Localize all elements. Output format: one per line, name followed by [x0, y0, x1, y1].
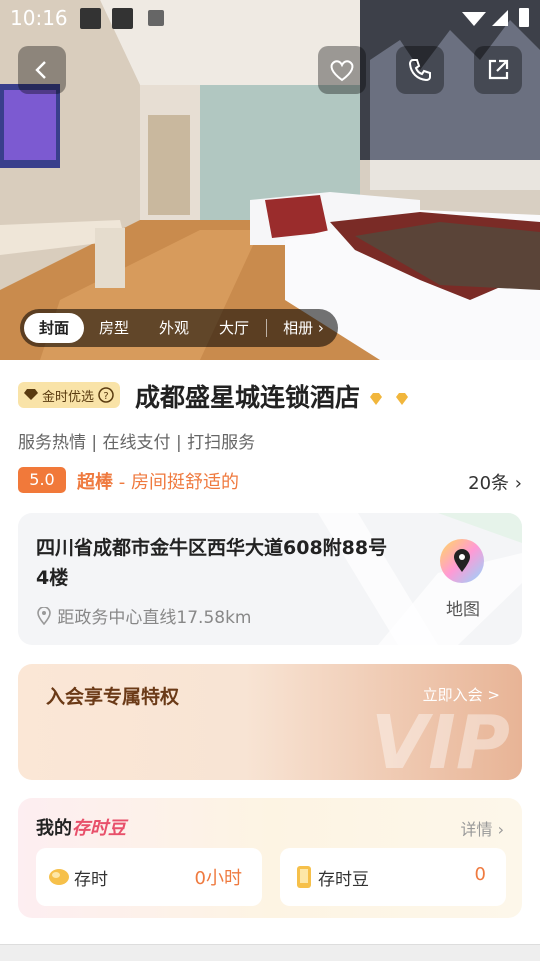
share-button[interactable]: [474, 46, 522, 94]
diamond-rating-icon: [369, 393, 408, 405]
next-section-peek: [0, 944, 540, 961]
bean-title: 我的存时豆: [36, 814, 126, 840]
vip-title: 入会享专属特权: [46, 686, 180, 708]
gallery-tab-bar: 封面 房型 外观 大厅 相册 ›: [20, 309, 338, 347]
wifi-icon: [462, 12, 486, 26]
hotel-name-text: 成都盛星城连锁酒店: [135, 383, 361, 412]
badge-label: 金时优选: [42, 389, 95, 405]
time-bean-box[interactable]: 存时豆 0: [280, 848, 506, 906]
tab-album[interactable]: 相册 ›: [269, 313, 332, 343]
tab-divider: [266, 319, 268, 337]
score-badge: 5.0: [18, 467, 66, 493]
time-bean-card: 我的存时豆 详情 › 存时 0小时 存时豆 0: [18, 798, 522, 918]
notification-icon: [112, 8, 133, 29]
chevron-right-icon: ›: [317, 319, 324, 337]
bean-title-highlight: 存时豆: [72, 818, 126, 839]
battery-icon: [519, 8, 529, 27]
quality-badge[interactable]: 金时优选 ?: [18, 382, 121, 408]
distance-info: 距政务中心直线17.58km: [36, 603, 251, 628]
keyboard-icon: [148, 10, 164, 26]
reviews-link[interactable]: 20条 ›: [468, 469, 522, 495]
hotel-features: 服务热情 | 在线支付 | 打扫服务: [18, 433, 256, 453]
heart-icon: [330, 60, 354, 82]
tab-lobby[interactable]: 大厅: [204, 313, 264, 343]
diamond-icon: [24, 389, 38, 400]
help-icon: ?: [98, 387, 114, 403]
distance-text: 距政务中心直线17.58km: [57, 608, 252, 628]
tab-exterior[interactable]: 外观: [144, 313, 204, 343]
rating-summary: 超棒 - 房间挺舒适的: [77, 468, 239, 494]
favorite-button[interactable]: [318, 46, 366, 94]
address-card[interactable]: 四川省成都市金牛区西华大道608附88号4楼 距政务中心直线17.58km 地图: [18, 513, 522, 645]
bean-detail-label: 详情: [460, 820, 493, 839]
tab-cover[interactable]: 封面: [24, 313, 85, 343]
bean-detail-link[interactable]: 详情 ›: [460, 816, 504, 840]
location-icon: [37, 606, 51, 626]
chevron-right-icon: ›: [514, 473, 522, 494]
call-button[interactable]: [396, 46, 444, 94]
vip-watermark: VIP: [370, 700, 510, 780]
back-button[interactable]: [18, 46, 66, 94]
time-bean-label: 存时豆: [318, 870, 369, 890]
hotel-name: 成都盛星城连锁酒店: [135, 378, 409, 414]
phone-icon: [408, 59, 431, 82]
share-icon: [488, 59, 509, 80]
stored-time-box[interactable]: 存时 0小时: [36, 848, 262, 906]
tab-room-type[interactable]: 房型: [84, 313, 144, 343]
hotel-cover-photo[interactable]: [0, 0, 540, 360]
vip-card[interactable]: 入会享专属特权 立即入会 > VIP: [18, 664, 522, 780]
rating-word: 超棒: [77, 472, 113, 493]
notification-icon: [80, 8, 101, 29]
tab-album-label: 相册: [283, 319, 314, 337]
chevron-right-icon: ›: [497, 820, 504, 839]
stored-time-value: 0小时: [194, 868, 242, 889]
signal-icon: [492, 10, 508, 26]
address-text: 四川省成都市金牛区西华大道608附88号4楼: [36, 537, 388, 589]
room-illustration: [0, 0, 540, 360]
bean-icon: [49, 869, 69, 885]
bean-title-prefix: 我的: [36, 818, 72, 839]
time-bean-value: 0: [474, 864, 486, 885]
chevron-left-icon: [35, 61, 46, 79]
map-button[interactable]: [440, 539, 484, 583]
status-bar: 10:16: [0, 0, 540, 36]
map-label[interactable]: 地图: [446, 595, 480, 620]
svg-text:?: ?: [103, 391, 108, 402]
rating-desc: - 房间挺舒适的: [118, 472, 239, 493]
phone-coin-icon: [297, 866, 311, 888]
status-time: 10:16: [10, 6, 68, 30]
stored-time-label: 存时: [74, 870, 108, 890]
map-pin-icon: [454, 549, 470, 572]
review-count: 20条: [468, 473, 510, 494]
